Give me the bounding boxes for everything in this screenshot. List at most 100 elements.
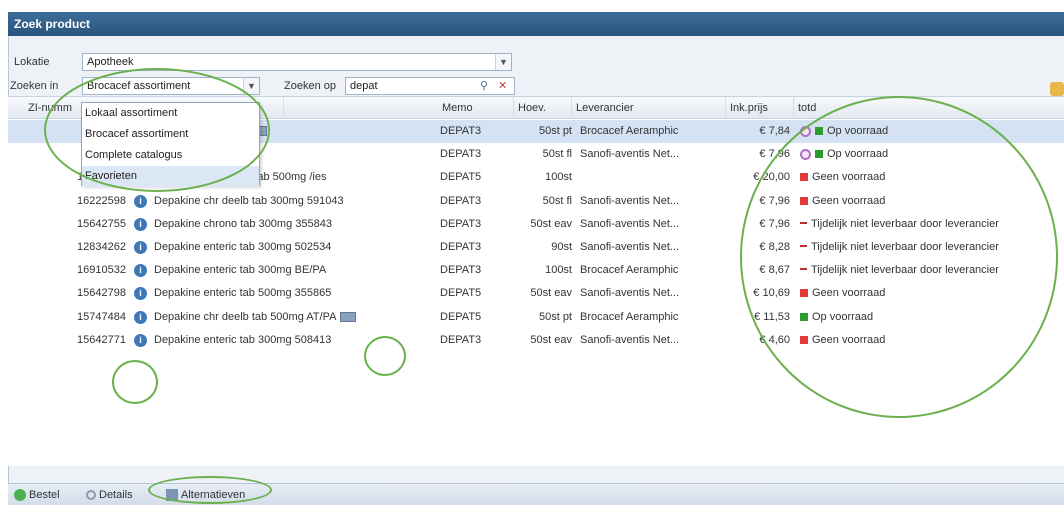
info-icon[interactable]: i	[134, 264, 147, 278]
status-text: Geen voorraad	[812, 333, 886, 346]
cell-inkprijs-text: € 7,96	[759, 217, 790, 230]
cell-znummer-text: 15747484	[77, 310, 126, 323]
cell-hoev-text: 100st	[545, 171, 572, 184]
zoeken-in-dropdown: Lokaal assortiment Brocacef assortiment …	[81, 102, 260, 187]
cell-status: Op voorraad	[800, 143, 1062, 166]
status-text: Geen voorraad	[812, 171, 886, 184]
info-icon[interactable]: i	[134, 194, 147, 208]
search-icon[interactable]: ⚲	[480, 79, 488, 92]
order-ring-icon	[800, 125, 811, 137]
cell-hoev-text: 50st fl	[542, 148, 572, 161]
status-text: Geen voorraad	[812, 287, 886, 300]
status-text: Tijdelijk niet leverbaar door leverancie…	[811, 217, 999, 230]
dropdown-option-catalogus[interactable]: Complete catalogus	[82, 145, 259, 166]
info-icon[interactable]: i	[134, 287, 147, 301]
lock-icon	[1050, 82, 1064, 96]
table-row[interactable]: 15642755 i Depakine chrono tab 300mg 35584…	[8, 213, 1064, 236]
status-text: Tijdelijk niet leverbaar door leverancie…	[811, 264, 999, 277]
cell-leverancier-text: Sanofi-aventis Net...	[580, 148, 680, 161]
info-icon[interactable]: i	[134, 310, 147, 324]
chevron-down-icon[interactable]: ▼	[495, 54, 511, 70]
zoeken-op-value: depat	[350, 80, 378, 92]
table-row[interactable]: 16910532 i Depakine enteric tab 300mg BE/P…	[8, 259, 1064, 282]
details-button[interactable]: Details	[86, 484, 133, 506]
chevron-down-icon[interactable]: ▼	[243, 78, 259, 94]
col-inkprijs[interactable]: Ink.prijs	[726, 97, 794, 119]
col-hoev[interactable]: Hoev.	[514, 97, 572, 119]
cell-name: Depakine enteric tab 300mg 508413	[154, 329, 434, 352]
zoeken-op-label: Zoeken op	[284, 80, 336, 92]
cell-name-text: Depakine enteric tab 300mg 508413	[154, 333, 332, 346]
cell-memo: DEPAT5	[440, 166, 510, 189]
cell-znummer: 15747484	[60, 306, 126, 329]
col-totd[interactable]: totd	[794, 97, 1064, 119]
status-text: Geen voorraad	[812, 194, 886, 207]
cell-status: Geen voorraad	[800, 282, 1062, 305]
cell-inkprijs: € 7,84	[728, 120, 790, 143]
dropdown-option-lokaal[interactable]: Lokaal assortiment	[82, 103, 259, 124]
product-image-icon[interactable]	[340, 311, 357, 322]
cell-znummer: 16222598	[60, 190, 126, 213]
bottom-toolbar: Bestel Details Alternatieven	[8, 483, 1064, 505]
cell-hoev: 90st	[514, 236, 572, 259]
cell-memo-text: DEPAT3	[440, 241, 482, 253]
cell-inkprijs-text: € 10,69	[753, 287, 790, 300]
zoeken-in-select[interactable]: Brocacef assortiment ▼	[82, 77, 260, 95]
cell-name-text: Depakine chr deelb tab 500mg AT/PA	[154, 310, 337, 323]
cell-inkprijs: € 8,67	[728, 259, 790, 282]
info-icon[interactable]: i	[134, 241, 147, 254]
cell-memo: DEPAT3	[440, 120, 510, 143]
table-row[interactable]: 12834262 i Depakine enteric tab 300mg 5025…	[8, 236, 1064, 259]
info-icon[interactable]: i	[134, 217, 147, 231]
cell-memo-text: DEPAT5	[440, 310, 482, 323]
cell-name-text: Depakine enteric tab 500mg 355865	[154, 287, 332, 300]
cell-znummer: 16910532	[60, 259, 126, 282]
cell-hoev: 50st pt	[514, 306, 572, 329]
status-text: Op voorraad	[812, 310, 874, 323]
cell-znummer: 15642771	[60, 329, 126, 352]
lokatie-select[interactable]: Apotheek ▼	[82, 53, 512, 71]
table-row[interactable]: 15747484 i Depakine chr deelb tab 500mg AT…	[8, 306, 1064, 329]
cell-status: Tijdelijk niet leverbaar door leverancie…	[800, 213, 1062, 236]
cell-hoev: 50st eav	[514, 282, 572, 305]
col-memo[interactable]: Memo	[438, 97, 514, 119]
cell-hoev: 50st fl	[514, 143, 572, 166]
cell-memo-text: DEPAT5	[440, 171, 482, 184]
cell-znummer-text: 12834262	[77, 241, 126, 253]
table-row[interactable]: 15642798 i Depakine enteric tab 500mg 3558…	[8, 282, 1064, 305]
cell-leverancier-text: Sanofi-aventis Net...	[580, 217, 680, 230]
lokatie-label: Lokatie	[14, 56, 50, 68]
clear-icon[interactable]: ✕	[498, 79, 507, 92]
cell-leverancier-text: Brocacef Aeramphic	[580, 264, 679, 277]
cell-memo-text: DEPAT3	[440, 148, 482, 161]
unavailable-icon	[800, 221, 807, 224]
zoeken-op-input[interactable]: depat	[345, 77, 515, 95]
cell-name: Depakine chrono tab 300mg 355843	[154, 213, 434, 236]
cell-memo-text: DEPAT5	[440, 287, 482, 300]
cell-hoev: 50st pt	[514, 120, 572, 143]
cell-leverancier: Sanofi-aventis Net...	[580, 190, 724, 213]
dropdown-option-brocacef[interactable]: Brocacef assortiment	[82, 124, 259, 145]
info-icon[interactable]: i	[134, 333, 147, 347]
in-stock-icon	[815, 150, 823, 159]
table-row[interactable]: 16222598 i Depakine chr deelb tab 300mg 59…	[8, 190, 1064, 213]
unavailable-icon	[800, 268, 807, 271]
order-icon	[14, 489, 26, 502]
cell-inkprijs-text: € 8,67	[759, 264, 790, 277]
cell-memo: DEPAT5	[440, 282, 510, 305]
cell-hoev: 50st eav	[514, 329, 572, 352]
cell-leverancier: Sanofi-aventis Net...	[580, 236, 724, 259]
cell-inkprijs-text: € 7,96	[759, 148, 790, 161]
col-leverancier[interactable]: Leverancier	[572, 97, 726, 119]
cell-leverancier-text: Brocacef Aeramphic	[580, 310, 679, 323]
cell-memo-text: DEPAT3	[440, 333, 482, 346]
cell-leverancier-text: Sanofi-aventis Net...	[580, 241, 680, 253]
cell-hoev: 100st	[514, 166, 572, 189]
table-row[interactable]: 15642771 i Depakine enteric tab 300mg 5084…	[8, 329, 1064, 352]
cell-hoev-text: 50st pt	[538, 310, 572, 323]
cell-leverancier-text: Sanofi-aventis Net...	[580, 287, 680, 300]
dropdown-option-favorieten[interactable]: Favorieten	[82, 166, 259, 187]
alternatieven-button[interactable]: Alternatieven	[166, 484, 245, 506]
bestel-button[interactable]: Bestel	[14, 484, 60, 506]
details-label: Details	[99, 489, 133, 501]
